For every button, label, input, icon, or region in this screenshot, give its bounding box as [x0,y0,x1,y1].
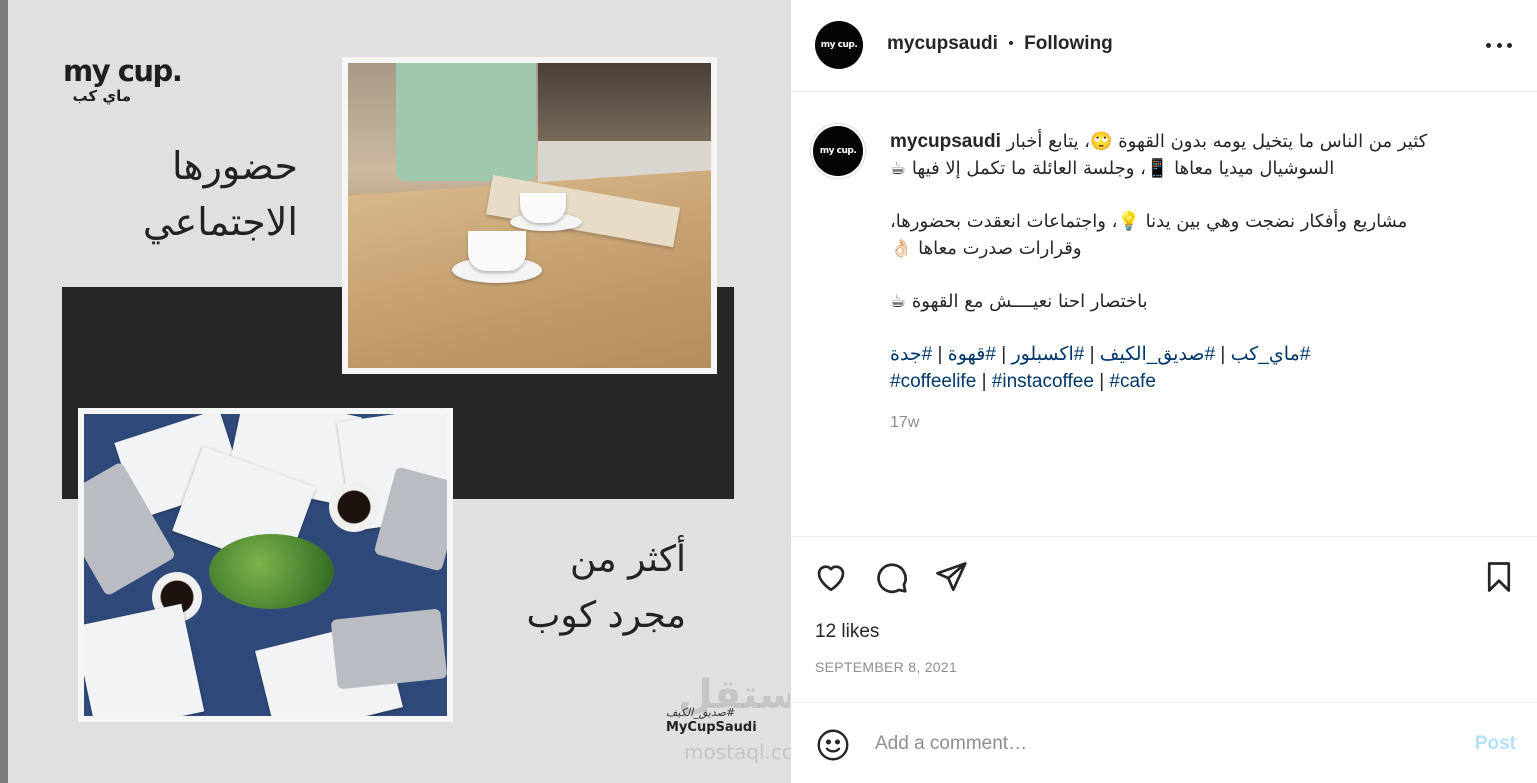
hashtags-row-1: #ماي_كب | #صديق_الكيف | #اكسبلور | #قهوة… [890,341,1500,368]
paper-plane-icon[interactable] [933,559,969,595]
caption-text-3: مشاريع وأفكار نضجت وهي بين يدنا 💡، واجتم… [890,211,1408,232]
hashtag-link[interactable]: #جدة [890,344,932,365]
fridge-shape [396,63,536,181]
desk-photo-frame [78,408,453,722]
cup-shape [520,193,566,223]
following-button[interactable]: Following [1024,33,1113,55]
action-bar [791,536,1537,614]
comment-bar: Post [791,702,1537,783]
hashtag-link[interactable]: #instacoffee [992,371,1094,392]
headline-top-line1: حضورها [171,144,298,188]
caption-line-1: mycupsaudi كثير من الناس ما يتخيل يومه ب… [890,128,1500,155]
post-date: SEPTEMBER 8, 2021 [815,659,958,675]
hashtag-separator: | [1001,344,1007,365]
more-dot [1507,42,1512,48]
paper-shape [84,603,205,716]
caption-text-5: باختصار احنا نعيــــش مع القهوة ☕ [890,291,1148,312]
comment-input[interactable] [875,725,1435,763]
hashtags-row-2: #coffeelife | #instacoffee | #cafe [890,368,1500,395]
caption-text-2: السوشيال ميديا معاها 📱، وجلسة العائلة ما… [890,158,1335,179]
heart-icon[interactable] [813,559,849,595]
coffee-cup-shape [329,482,379,532]
brand-logo-ar: ماي كب [72,87,132,105]
header-username[interactable]: mycupsaudi [887,33,998,55]
hashtag-link[interactable]: #اكسبلور [1011,344,1084,365]
tagline-ar: #صديق_الكيف [666,706,736,719]
caption-gap [890,182,1500,208]
avatar[interactable]: my cup. [815,21,863,69]
hashtag-link[interactable]: #قهوة [948,344,996,365]
time-ago[interactable]: 17w [890,409,1500,436]
post-header: my cup. mycupsaudi • Following [791,0,1537,92]
caption-username[interactable]: mycupsaudi [890,131,1001,152]
post-comment-button[interactable]: Post [1475,733,1516,755]
caption-avatar[interactable]: my cup. [811,124,865,178]
caption-gap [890,315,1500,341]
watermark-url: mostaql.com [684,740,790,764]
headline-top-line2: الاجتماعي [142,200,298,244]
hashtag-link[interactable]: #صديق_الكيف [1100,344,1215,365]
laptop-shape [330,608,447,690]
hashtag-separator: | [1220,344,1226,365]
kitchen-photo [348,63,711,368]
likes-count[interactable]: 12 likes [815,621,879,643]
more-dot [1496,42,1502,48]
hashtag-separator: | [1099,371,1105,392]
desk-photo [84,414,447,716]
headline-bottom: أكثر من مجرد كوب [527,532,687,644]
left-edge [0,0,8,783]
hashtag-link[interactable]: #coffeelife [890,371,976,392]
post-image[interactable]: my cup. ماي كب حضورها الاجتماعي أكثر من … [8,0,790,783]
brand-logo: my cup. ماي كب [63,54,183,105]
header-user: mycupsaudi • Following [887,33,1113,55]
caption-text-4: وقرارات صدرت معاها 👌🏻 [890,238,1082,259]
headline-top: حضورها الاجتماعي [143,138,298,250]
caption-text-1: كثير من الناس ما يتخيل يومه بدون القهوة … [1006,131,1428,152]
plant-shape [209,534,334,609]
headline-bottom-line2: مجرد كوب [526,595,687,636]
tagline-en: MyCupSaudi [666,720,757,735]
shelf-shape [538,63,711,143]
hashtag-separator: | [981,371,987,392]
cup-shape [468,231,526,271]
separator-dot: • [1006,36,1016,52]
caption-gap [890,262,1500,288]
hashtag-separator: | [1089,344,1095,365]
headline-bottom-line1: أكثر من [570,539,686,580]
more-horizontal-icon[interactable] [1486,34,1512,56]
brand-logo-en: my cup. [63,54,183,88]
caption: mycupsaudi كثير من الناس ما يتخيل يومه ب… [890,128,1500,436]
hashtag-link[interactable]: #ماي_كب [1231,344,1311,365]
hashtag-link[interactable]: #cafe [1109,371,1155,392]
comment-icon[interactable] [873,559,909,595]
bookmark-icon[interactable] [1481,559,1517,595]
hashtag-separator: | [937,344,943,365]
smiley-icon[interactable] [815,727,851,763]
tagline: #صديق_الكيف MyCupSaudi [666,706,766,737]
more-dot [1486,42,1491,48]
kitchen-photo-frame [342,57,717,374]
post-detail-panel: my cup. mycupsaudi • Following my cup. m… [790,0,1537,783]
